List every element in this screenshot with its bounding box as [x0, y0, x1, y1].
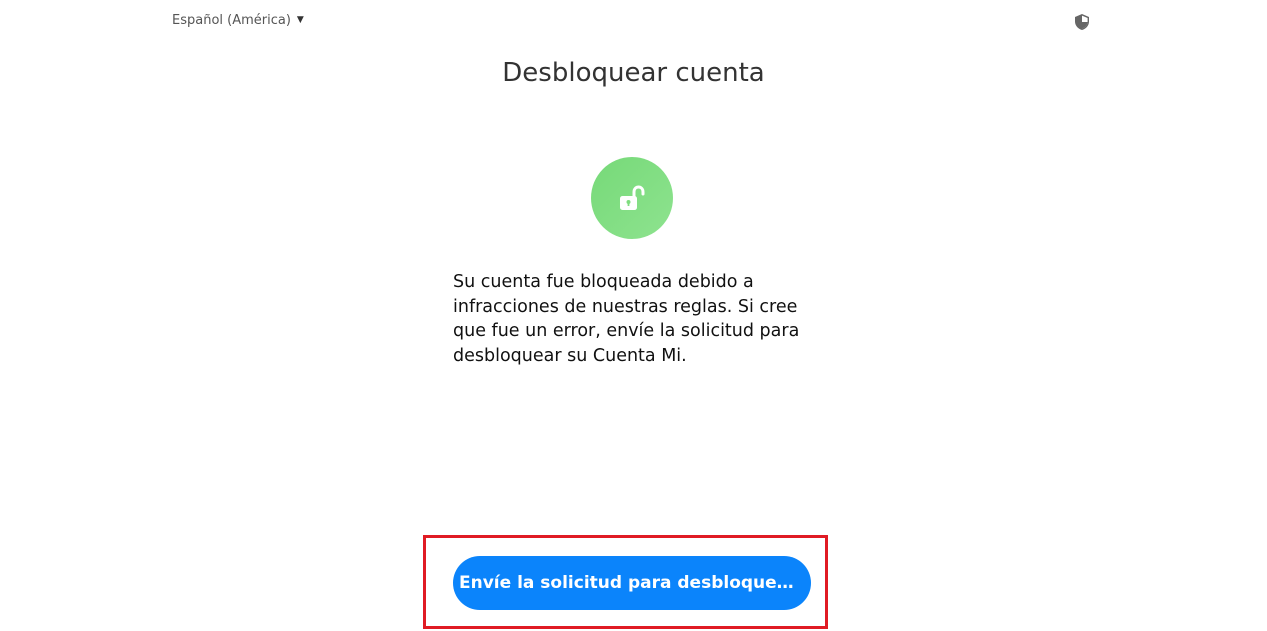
unlock-icon	[620, 185, 645, 210]
unlock-account-page: Español (América) ▼ Desbloquear cuenta S…	[0, 0, 1267, 631]
language-selector[interactable]: Español (América) ▼	[172, 13, 304, 28]
submit-unlock-request-button[interactable]: Envíe la solicitud para desbloquear s...	[453, 556, 811, 610]
shield-icon[interactable]	[1073, 13, 1091, 31]
page-title: Desbloquear cuenta	[502, 58, 765, 88]
language-label: Español (América)	[172, 13, 291, 28]
lock-reason-message: Su cuenta fue bloqueada debido a infracc…	[453, 272, 800, 366]
caret-down-icon: ▼	[296, 15, 304, 25]
unlock-icon-badge	[591, 157, 673, 239]
